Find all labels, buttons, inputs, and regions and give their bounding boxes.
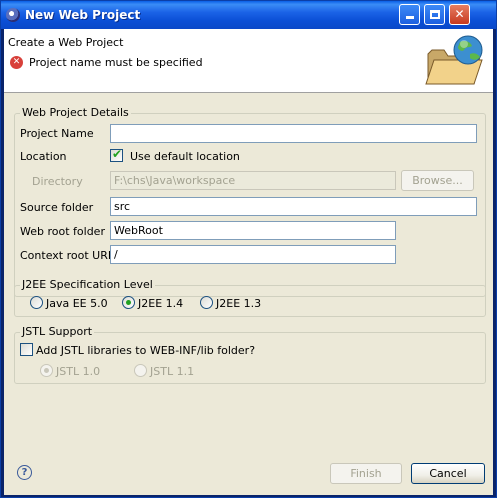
j2ee-specification-label: J2EE Specification Level — [20, 278, 155, 291]
cancel-button[interactable]: Cancel — [411, 463, 485, 484]
jstl-1-0-radio[interactable] — [40, 364, 53, 377]
jstl-support-label: JSTL Support — [20, 325, 95, 338]
web-project-details-label: Web Project Details — [20, 106, 131, 119]
add-jstl-label[interactable]: Add JSTL libraries to WEB-INF/lib folder… — [36, 344, 255, 357]
source-folder-input[interactable]: src — [110, 197, 477, 216]
web-root-folder-label: Web root folder — [20, 225, 105, 238]
project-name-label: Project Name — [20, 127, 94, 140]
close-button[interactable]: ✕ — [449, 4, 470, 25]
source-folder-label: Source folder — [20, 201, 94, 214]
jstl-1-0-label[interactable]: JSTL 1.0 — [56, 365, 100, 378]
web-root-folder-input[interactable]: WebRoot — [110, 221, 396, 240]
j2ee-1-3-label[interactable]: J2EE 1.3 — [216, 297, 261, 310]
dialog-window: New Web Project ✕ Create a Web Project ✕… — [0, 0, 497, 498]
browse-button[interactable]: Browse... — [401, 170, 474, 191]
jstl-1-1-label[interactable]: JSTL 1.1 — [150, 365, 194, 378]
use-default-location-label[interactable]: Use default location — [130, 150, 240, 163]
title-bar[interactable]: New Web Project ✕ — [1, 1, 496, 29]
error-message: Project name must be specified — [29, 56, 203, 69]
context-root-url-input[interactable]: / — [110, 245, 396, 264]
project-name-input[interactable] — [110, 124, 477, 143]
finish-button[interactable]: Finish — [330, 463, 402, 484]
jstl-1-1-radio[interactable] — [134, 364, 147, 377]
dialog-content: Create a Web Project ✕ Project name must… — [4, 29, 493, 495]
eclipse-icon — [6, 8, 20, 22]
directory-input[interactable]: F:\chs\Java\workspace — [110, 171, 396, 190]
help-icon[interactable]: ? — [17, 465, 32, 480]
error-icon: ✕ — [10, 56, 23, 69]
minimize-button[interactable] — [399, 4, 420, 25]
java-ee-5-label[interactable]: Java EE 5.0 — [46, 297, 108, 310]
directory-label: Directory — [32, 175, 83, 188]
maximize-button[interactable] — [424, 4, 445, 25]
location-label: Location — [20, 150, 67, 163]
use-default-location-checkbox[interactable]: ✔ — [110, 147, 123, 162]
close-icon: ✕ — [454, 7, 465, 21]
web-project-wizard-icon — [425, 35, 483, 85]
java-ee-5-radio[interactable] — [30, 296, 43, 309]
context-root-url-label: Context root URL — [20, 249, 114, 262]
wizard-title: Create a Web Project — [8, 36, 124, 49]
j2ee-1-4-label[interactable]: J2EE 1.4 — [138, 297, 183, 310]
minimize-icon — [405, 16, 414, 19]
wizard-header: Create a Web Project ✕ Project name must… — [4, 29, 493, 93]
checkmark-icon: ✔ — [112, 147, 123, 161]
j2ee-1-3-radio[interactable] — [200, 296, 213, 309]
maximize-icon — [429, 10, 440, 19]
add-jstl-checkbox[interactable] — [20, 343, 33, 356]
j2ee-1-4-radio[interactable] — [122, 296, 135, 309]
window-title: New Web Project — [25, 8, 141, 22]
